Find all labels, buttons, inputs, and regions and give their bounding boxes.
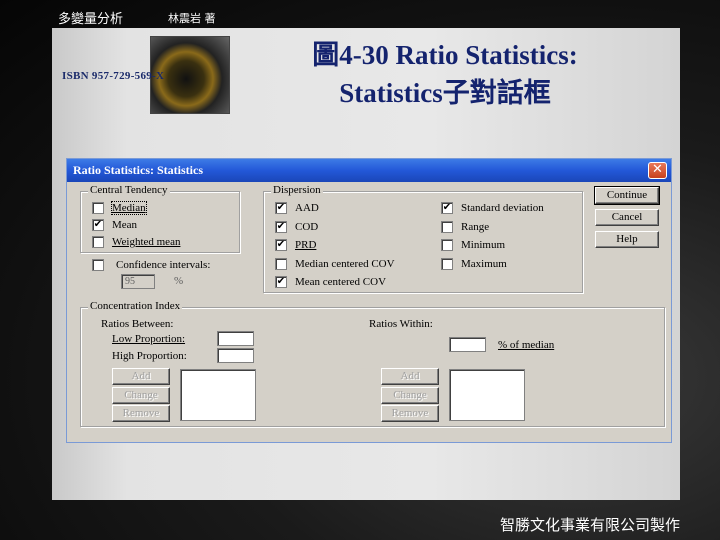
concentration-index-legend: Concentration Index (88, 300, 183, 312)
mean-label: Mean (112, 219, 138, 231)
ratio-statistics-dialog: Ratio Statistics: Statistics ✕ Central T… (66, 158, 672, 443)
mean-centered-cov-label: Mean centered COV (295, 276, 387, 288)
ratios-within-label: Ratios Within: (369, 318, 433, 330)
dialog-titlebar[interactable]: Ratio Statistics: Statistics ✕ (67, 159, 671, 182)
cod-checkbox[interactable]: ✔ COD (275, 220, 318, 234)
between-change-button[interactable]: Change (112, 387, 170, 404)
between-remove-button[interactable]: Remove (112, 405, 170, 422)
range-checkbox[interactable]: Range (441, 220, 489, 234)
course-title: 多變量分析 (58, 12, 124, 27)
cod-label: COD (295, 221, 319, 233)
slide-title: 圖4-30 Ratio Statistics: Statistics子對話框 (240, 36, 650, 112)
help-button[interactable]: Help (595, 231, 659, 248)
between-add-button[interactable]: Add (112, 368, 170, 385)
checkbox-box[interactable] (92, 259, 104, 271)
central-tendency-legend: Central Tendency (88, 184, 170, 196)
low-proportion-label: Low Proportion: (112, 333, 186, 345)
checkbox-box[interactable]: ✔ (441, 202, 453, 214)
prd-checkbox[interactable]: ✔ PRD (275, 238, 316, 252)
continue-button[interactable]: Continue (594, 186, 660, 205)
slide-title-line2: Statistics子對話框 (339, 78, 551, 108)
isbn: ISBN 957-729-569-X (62, 70, 165, 82)
within-remove-button[interactable]: Remove (381, 405, 439, 422)
within-change-button[interactable]: Change (381, 387, 439, 404)
percent-of-median-input[interactable] (449, 337, 486, 352)
confidence-level-field[interactable]: 95 (121, 274, 155, 289)
percent-of-median-text: % of median (498, 339, 555, 351)
weighted-mean-checkbox[interactable]: Weighted mean (92, 235, 180, 249)
footer-publisher: 智勝文化事業有限公司製作 (500, 516, 681, 534)
minimum-label: Minimum (461, 239, 506, 251)
checkbox-box[interactable] (92, 236, 104, 248)
median-checkbox[interactable]: Median (92, 201, 147, 215)
checkbox-box[interactable]: ✔ (275, 221, 287, 233)
ratios-between-label: Ratios Between: (101, 318, 174, 330)
aad-checkbox[interactable]: ✔ AAD (275, 201, 319, 215)
maximum-checkbox[interactable]: Maximum (441, 257, 507, 271)
percent-label: % (174, 275, 184, 287)
checkbox-box[interactable] (275, 258, 287, 270)
ratios-between-list[interactable] (180, 369, 256, 421)
mean-checkbox[interactable]: ✔ Mean (92, 218, 137, 232)
checkbox-box[interactable]: ✔ (275, 276, 287, 288)
percent-of-median-label: % of median (498, 339, 554, 351)
median-centered-cov-label: Median centered COV (295, 258, 395, 270)
median-label: Median (111, 201, 147, 215)
dialog-title: Ratio Statistics: Statistics (73, 163, 203, 177)
standard-deviation-checkbox[interactable]: ✔ Standard deviation (441, 201, 544, 215)
range-label: Range (461, 221, 490, 233)
confidence-intervals-checkbox[interactable]: Confidence intervals: (92, 258, 210, 272)
minimum-checkbox[interactable]: Minimum (441, 238, 505, 252)
weighted-mean-label: Weighted mean (112, 236, 181, 248)
slide-title-line1: 圖4-30 Ratio Statistics: (312, 40, 578, 70)
standard-deviation-label: Standard deviation (461, 202, 544, 214)
cancel-button[interactable]: Cancel (595, 209, 659, 226)
low-proportion-input[interactable] (217, 331, 254, 346)
checkbox-box[interactable] (441, 239, 453, 251)
confidence-intervals-label: Confidence intervals: (116, 259, 211, 271)
checkbox-box[interactable] (92, 202, 104, 214)
within-add-button[interactable]: Add (381, 368, 439, 385)
checkbox-box[interactable]: ✔ (275, 202, 287, 214)
checkbox-box[interactable] (441, 221, 453, 233)
maximum-label: Maximum (461, 258, 507, 270)
author: 林震岩 著 (168, 12, 216, 25)
dispersion-legend: Dispersion (271, 184, 323, 196)
high-proportion-label: High Proportion: (112, 350, 187, 362)
prd-label: PRD (295, 239, 317, 251)
high-proportion-input[interactable] (217, 348, 254, 363)
checkbox-box[interactable]: ✔ (275, 239, 287, 251)
aad-label: AAD (295, 202, 319, 214)
checkbox-box[interactable]: ✔ (92, 219, 104, 231)
mean-centered-cov-checkbox[interactable]: ✔ Mean centered COV (275, 275, 386, 289)
ratios-within-list[interactable] (449, 369, 525, 421)
median-centered-cov-checkbox[interactable]: Median centered COV (275, 257, 395, 271)
checkbox-box[interactable] (441, 258, 453, 270)
close-icon[interactable]: ✕ (648, 162, 667, 179)
